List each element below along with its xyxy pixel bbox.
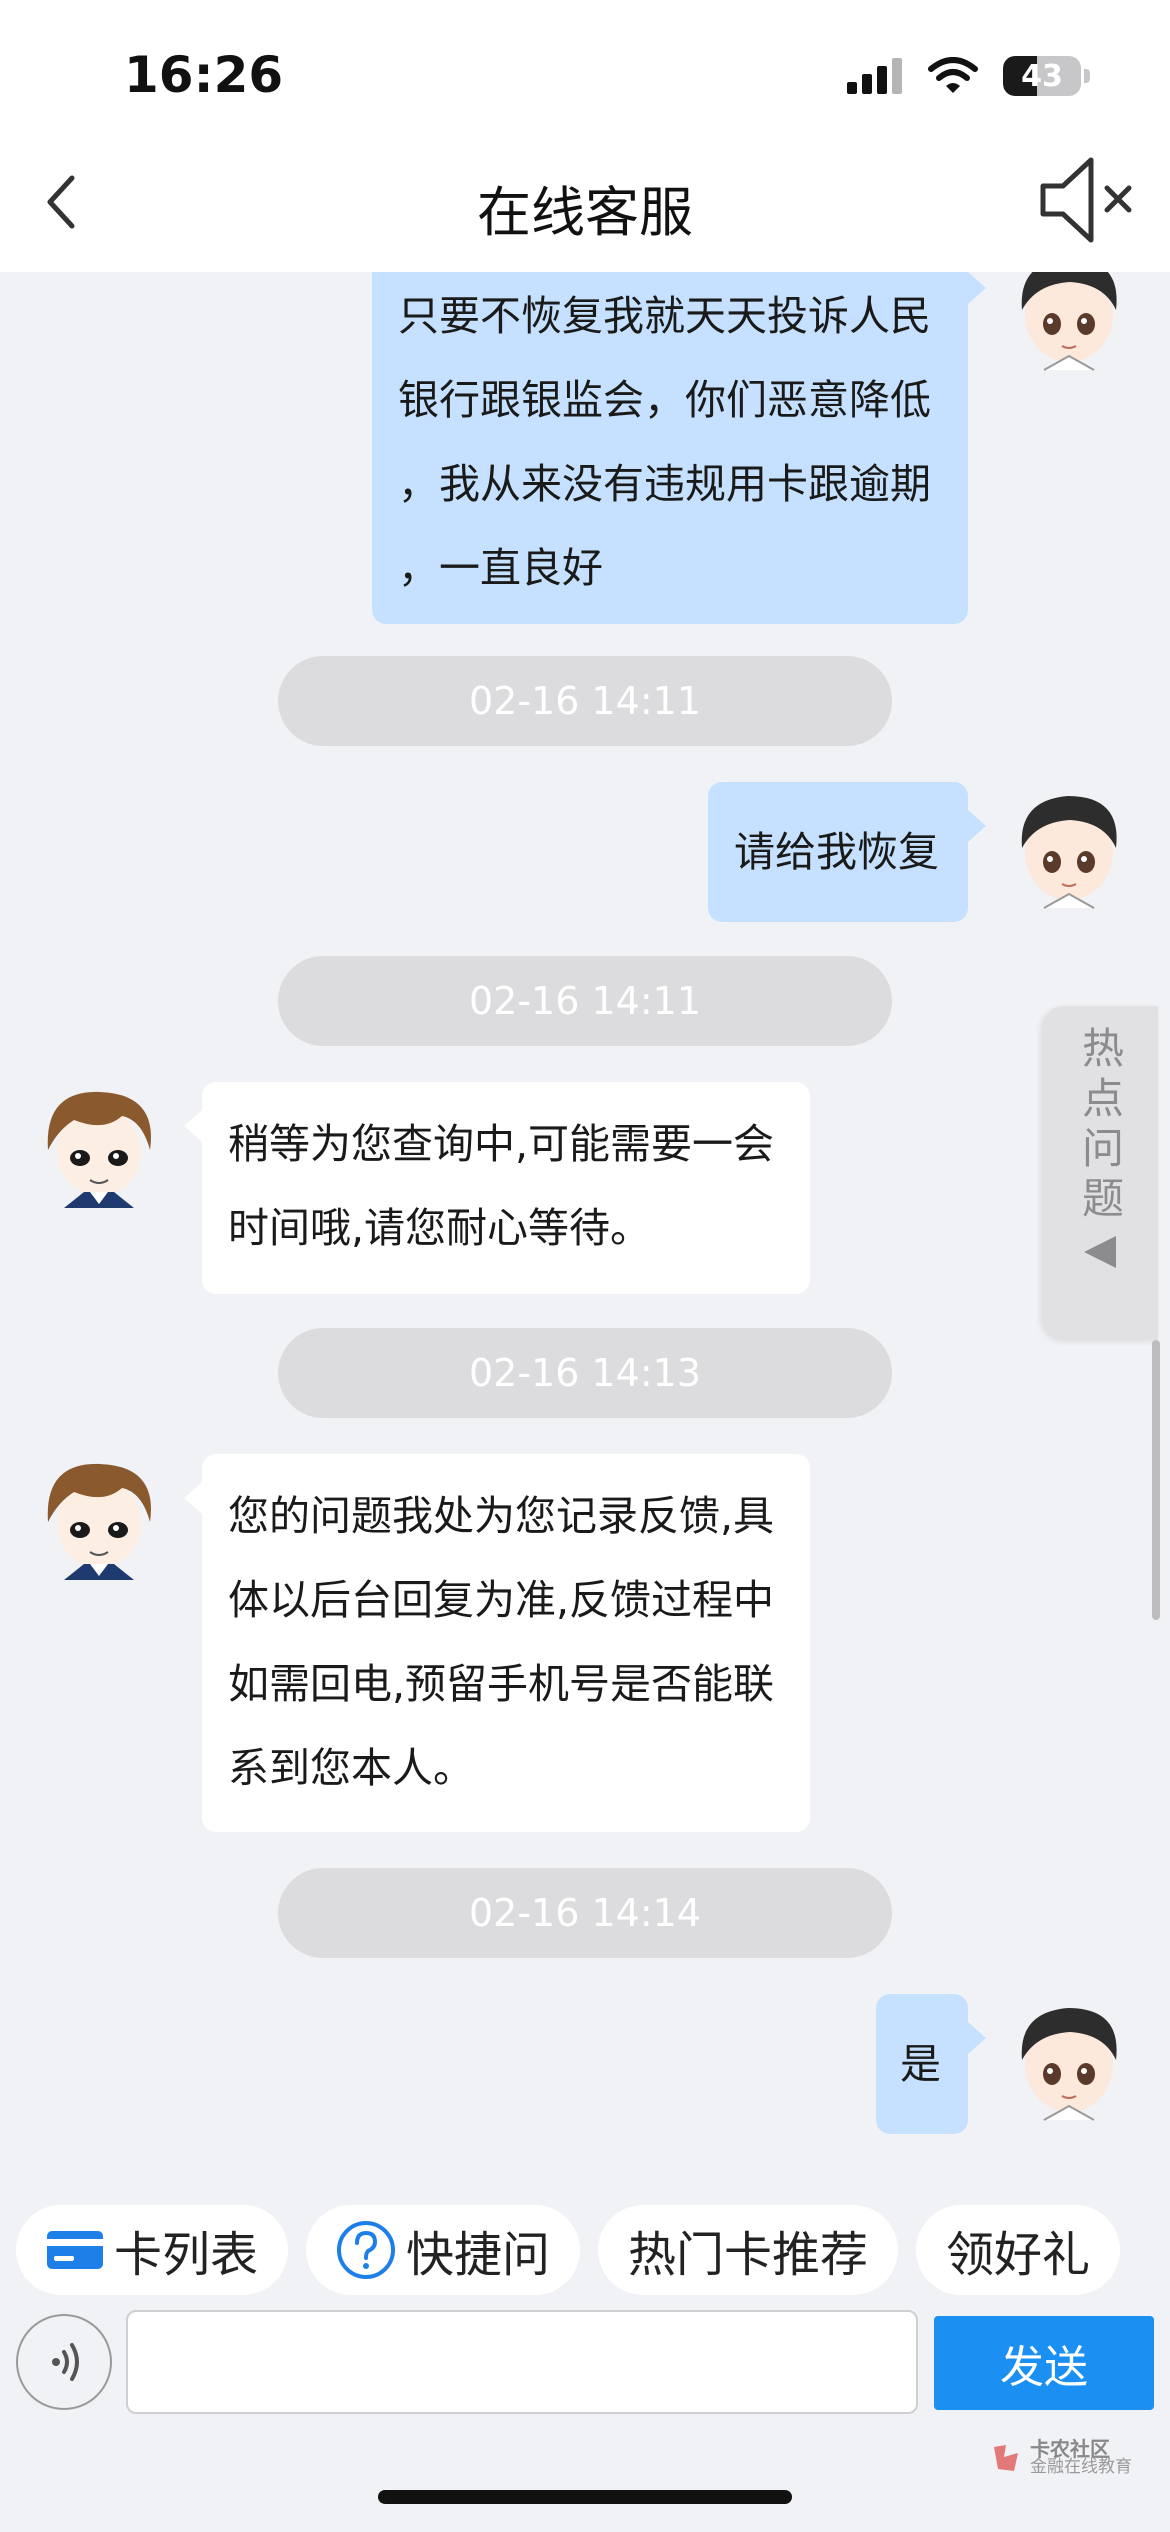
status-time: 16:26 bbox=[124, 46, 284, 104]
timestamp-pill: 02-16 14:13 bbox=[278, 1328, 892, 1418]
battery-tip bbox=[1084, 69, 1090, 83]
chip-label: 快捷问 bbox=[406, 2227, 551, 2283]
voice-wave-icon bbox=[52, 2343, 79, 2381]
message-line: 是 bbox=[900, 2040, 941, 2088]
quick-chips-bar: 卡列表 快捷问 热门卡推荐 领好礼 bbox=[16, 2205, 1170, 2295]
chip-card-list[interactable]: 卡列表 bbox=[16, 2205, 289, 2295]
watermark-title: 卡农社区 bbox=[1030, 2437, 1110, 2461]
battery-indicator: 43 bbox=[1003, 56, 1081, 96]
watermark: 卡农社区 金融在线教育 bbox=[990, 2437, 1132, 2477]
user-avatar-icon bbox=[1021, 272, 1117, 371]
chip-label: 热门卡推荐 bbox=[628, 2227, 869, 2283]
cellular-signal-icon bbox=[847, 58, 902, 94]
wifi-icon bbox=[928, 57, 978, 93]
timestamp-pill: 02-16 14:14 bbox=[278, 1868, 892, 1958]
speaker-muted-icon bbox=[1040, 157, 1132, 243]
chip-gifts[interactable]: 领好礼 bbox=[916, 2205, 1121, 2295]
agent-avatar-icon bbox=[47, 1463, 151, 1580]
message-line: 请给我恢复 bbox=[734, 828, 939, 876]
agent-message-bubble: 您的问题我处为您记录反馈,具 体以后台回复为准,反馈过程中 如需回电,预留手机号… bbox=[184, 1454, 810, 1832]
message-line: 只要不恢复我就天天投诉人民 bbox=[398, 292, 931, 340]
user-message-bubble: 只要不恢复我就天天投诉人民 银行跟银监会，你们恶意降低 ，我从来没有违规用卡跟逾… bbox=[372, 272, 986, 624]
send-button[interactable]: 发送 bbox=[934, 2316, 1154, 2410]
message-line: ，我从来没有违规用卡跟逾期 bbox=[398, 460, 931, 508]
message-line: ，一直良好 bbox=[398, 544, 603, 592]
battery-percent: 43 bbox=[1021, 58, 1063, 94]
watermark-logo-icon bbox=[994, 2445, 1018, 2471]
question-circle-icon bbox=[336, 2220, 396, 2280]
message-line: 时间哦,请您耐心等待。 bbox=[228, 1204, 652, 1252]
user-avatar-icon bbox=[1021, 2008, 1117, 2121]
user-message-bubble: 请给我恢复 bbox=[708, 782, 986, 922]
home-indicator[interactable] bbox=[378, 2490, 792, 2504]
user-avatar-icon bbox=[1021, 796, 1117, 909]
timestamp-pill: 02-16 14:11 bbox=[278, 656, 892, 746]
hot-questions-tab[interactable]: 热点问题 bbox=[1042, 1006, 1158, 1340]
message-line: 银行跟银监会，你们恶意降低 bbox=[398, 376, 931, 424]
status-icons: 43 bbox=[847, 56, 1090, 96]
agent-avatar-icon bbox=[47, 1091, 151, 1208]
message-line: 系到您本人。 bbox=[228, 1744, 474, 1792]
sound-toggle-button[interactable] bbox=[1032, 150, 1142, 250]
credit-card-icon bbox=[46, 2230, 104, 2270]
chip-quick-ask[interactable]: 快捷问 bbox=[306, 2205, 581, 2295]
user-message-bubble: 是 bbox=[876, 1994, 986, 2134]
hot-questions-label: 热点问题 bbox=[1075, 1026, 1125, 1226]
voice-input-button[interactable] bbox=[16, 2314, 112, 2410]
message-line: 体以后台回复为准,反馈过程中 bbox=[228, 1576, 775, 1624]
page-title: 在线客服 bbox=[477, 181, 693, 244]
message-input[interactable] bbox=[126, 2310, 918, 2414]
scrollbar[interactable] bbox=[1152, 1340, 1160, 1620]
top-bar: 16:26 43 在线客服 bbox=[0, 0, 1170, 272]
message-line: 如需回电,预留手机号是否能联 bbox=[228, 1660, 775, 1708]
agent-message-bubble: 稍等为您查询中,可能需要一会 时间哦,请您耐心等待。 bbox=[184, 1082, 810, 1294]
chip-hot-cards[interactable]: 热门卡推荐 bbox=[598, 2205, 899, 2295]
chip-label: 领好礼 bbox=[946, 2227, 1091, 2283]
chat-area[interactable]: 只要不恢复我就天天投诉人民 银行跟银监会，你们恶意降低 ，我从来没有违规用卡跟逾… bbox=[0, 272, 1170, 2188]
timestamp-pill: 02-16 14:11 bbox=[278, 956, 892, 1046]
message-line: 稍等为您查询中,可能需要一会 bbox=[228, 1120, 775, 1168]
chip-label: 卡列表 bbox=[114, 2227, 259, 2283]
watermark-subtitle: 金融在线教育 bbox=[1030, 2457, 1132, 2477]
message-line: 您的问题我处为您记录反馈,具 bbox=[228, 1492, 775, 1540]
triangle-left-icon bbox=[1084, 1236, 1116, 1268]
